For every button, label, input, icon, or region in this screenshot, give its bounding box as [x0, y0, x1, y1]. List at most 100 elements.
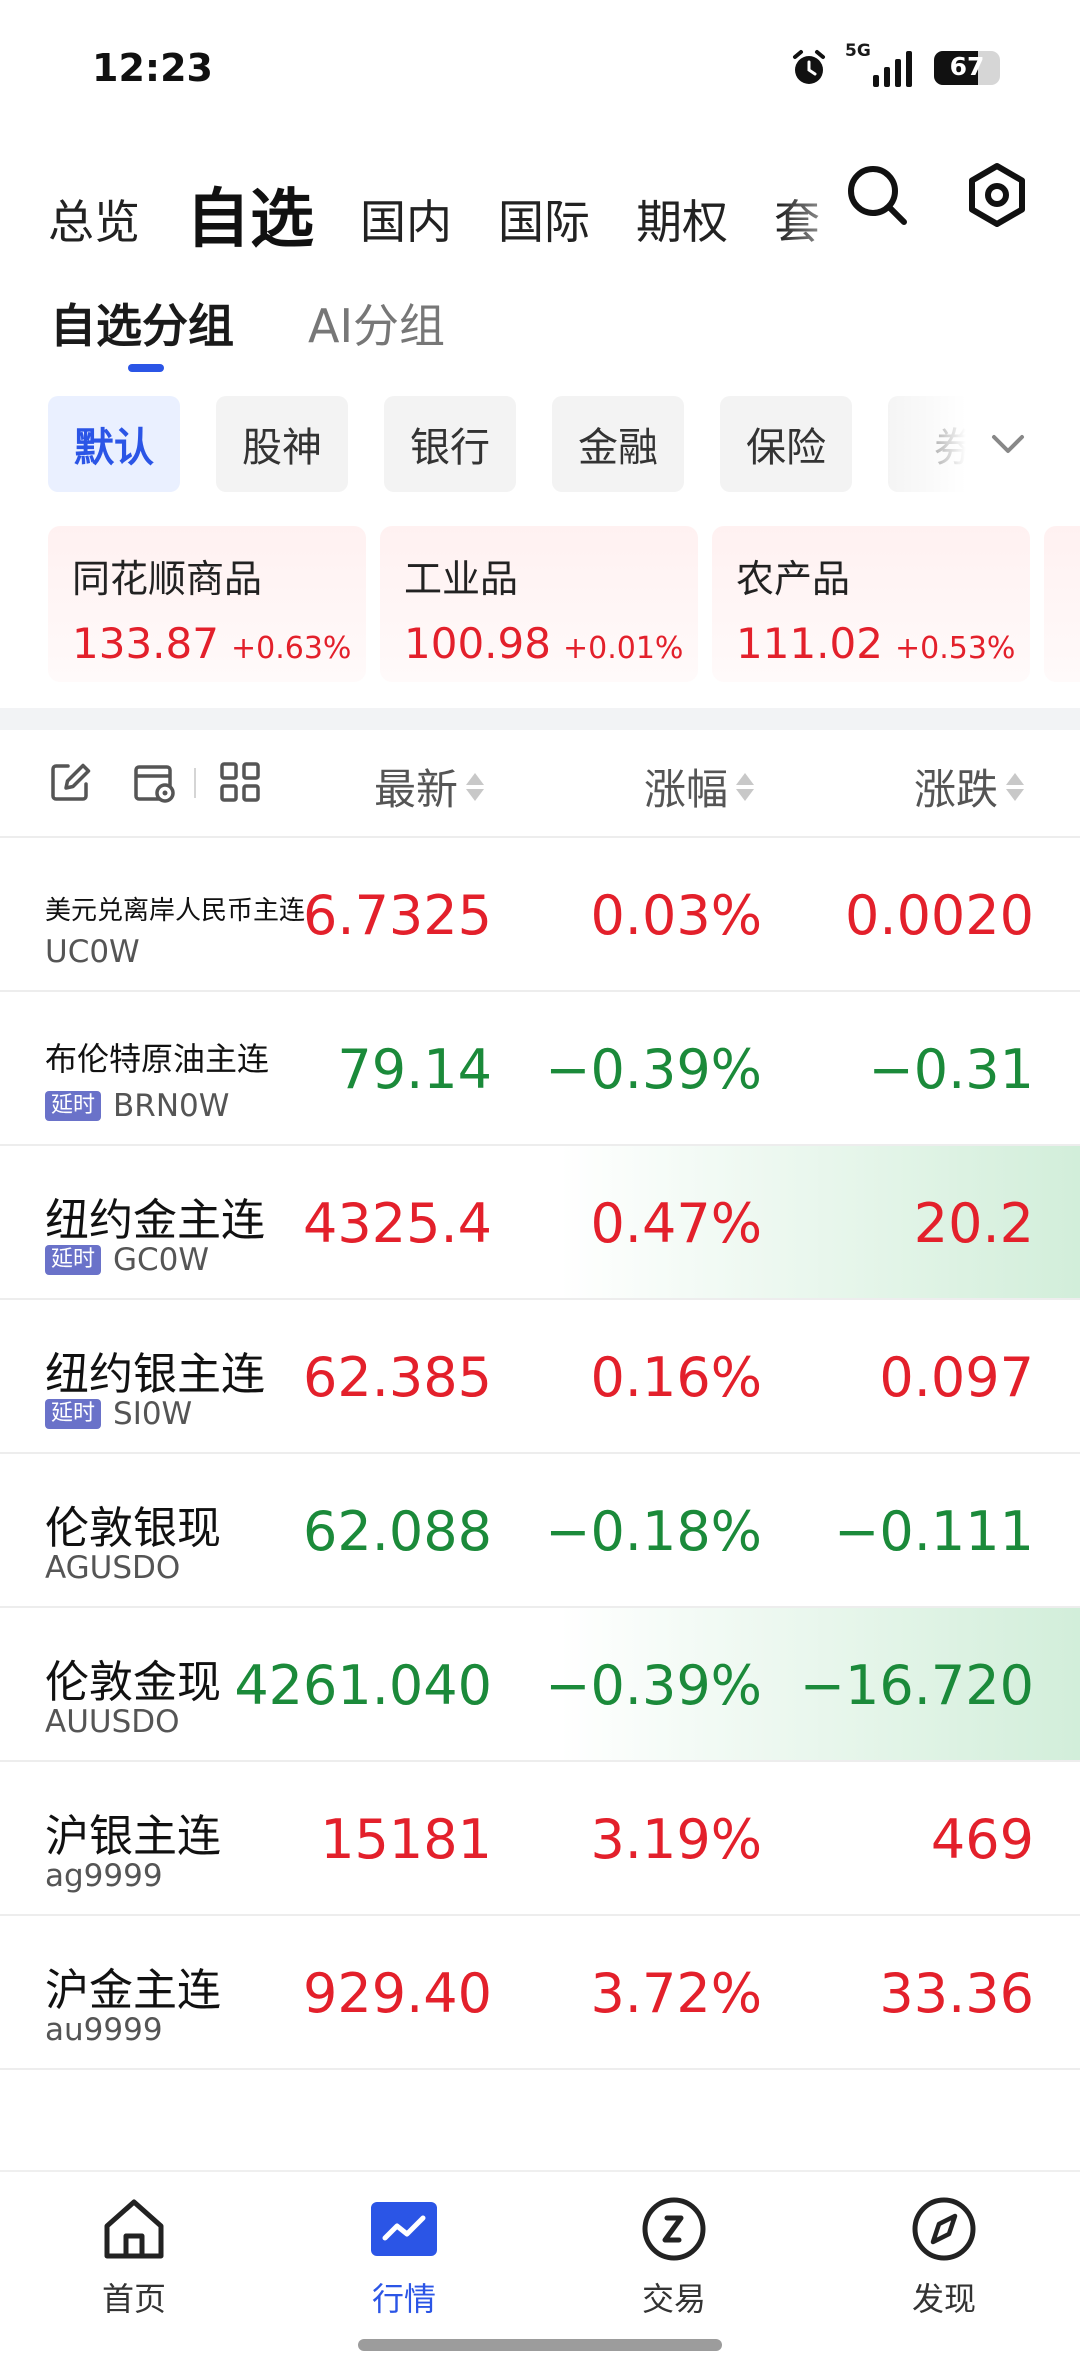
search-icon[interactable]	[842, 160, 912, 230]
instrument-code: SI0W	[113, 1396, 193, 1432]
instrument-code: AGUSDO	[45, 1550, 181, 1586]
edit-icon[interactable]	[46, 758, 94, 806]
sort-change[interactable]: 涨跌	[914, 756, 1025, 817]
tab-label: 首页	[101, 2280, 166, 2318]
instrument-name: 沪金主连	[45, 1965, 221, 2016]
change-percent: −0.39%	[545, 1038, 762, 1101]
change-percent: 0.47%	[590, 1192, 762, 1255]
instrument-name: 布伦特原油主连	[45, 1040, 270, 1078]
change-amount: −0.31	[868, 1038, 1034, 1101]
grid-view-icon[interactable]	[216, 758, 264, 806]
change-percent: 3.72%	[590, 1962, 762, 2025]
table-row[interactable]: 伦敦银现 AGUSDO 62.088 −0.18% −0.111	[0, 1454, 1080, 1608]
nav-tab-0[interactable]: 总览	[48, 186, 140, 260]
signal-icon: 5G	[845, 41, 912, 87]
nav-tab-1[interactable]: 自选	[186, 168, 314, 260]
group-chip-4[interactable]: 保险	[720, 396, 852, 492]
status-bar: 12:23 5G 67	[0, 0, 1080, 140]
change-amount: 0.0020	[845, 884, 1034, 947]
instrument-sub: AUUSDO	[45, 1704, 180, 1740]
instrument-name: 沪银主连	[45, 1811, 221, 1862]
table-row[interactable]: 纽约金主连 延时 GC0W 4325.4 0.47% 20.2	[0, 1146, 1080, 1300]
index-card-partial[interactable]	[1044, 526, 1080, 682]
watchlist-settings-icon[interactable]	[130, 758, 178, 806]
instrument-code: ag9999	[45, 1858, 163, 1894]
group-chips: 默认股神银行金融保险券	[48, 396, 1038, 492]
toolbar-separator	[194, 768, 196, 798]
instrument-name: 纽约金主连	[45, 1195, 265, 1246]
tab-discover[interactable]: 发现	[874, 2194, 1014, 2320]
trade-icon	[642, 2197, 706, 2261]
nav-tab-3[interactable]: 国际	[498, 186, 590, 260]
table-row[interactable]: 布伦特原油主连延时 BRN0W 79.14 −0.39% −0.31	[0, 992, 1080, 1146]
group-chip-2[interactable]: 银行	[384, 396, 516, 492]
group-chip-1[interactable]: 股神	[216, 396, 348, 492]
tab-home[interactable]: 首页	[64, 2194, 204, 2320]
latest-price: 6.7325	[303, 884, 492, 947]
index-name: 农产品	[736, 557, 851, 601]
top-nav: 总览自选国内国际期权套	[48, 150, 868, 260]
sort-latest[interactable]: 最新	[374, 756, 485, 817]
latest-price: 62.385	[303, 1346, 492, 1409]
change-percent: 0.16%	[590, 1346, 762, 1409]
instrument-sub: 延时 SI0W	[45, 1396, 192, 1432]
change-amount: 33.36	[879, 1962, 1034, 2025]
latest-price: 79.14	[337, 1038, 492, 1101]
tab-trade[interactable]: 交易	[604, 2194, 744, 2320]
index-card[interactable]: 同花顺商品 133.87 +0.63%	[48, 526, 366, 682]
instrument-code: AUUSDO	[45, 1704, 180, 1740]
index-quote: 100.98 +0.01%	[404, 619, 683, 668]
latest-price: 4325.4	[303, 1192, 492, 1255]
group-chip-3[interactable]: 金融	[552, 396, 684, 492]
instrument-code: UC0W	[45, 934, 140, 970]
instrument-name: 伦敦金现	[45, 1657, 221, 1708]
group-chip-0[interactable]: 默认	[48, 396, 180, 492]
instrument-sub: AGUSDO	[45, 1550, 180, 1586]
index-price: 100.98	[404, 619, 551, 668]
table-row[interactable]: 伦敦金现 AUUSDO 4261.040 −0.39% −16.720	[0, 1608, 1080, 1762]
instrument-name: 美元兑离岸人民币主连	[45, 896, 306, 926]
index-quote: 133.87 +0.63%	[72, 619, 351, 668]
alarm-icon	[793, 50, 825, 84]
tab-label: 发现	[911, 2280, 976, 2318]
instrument-name: 伦敦银现	[45, 1503, 221, 1554]
nav-tab-4[interactable]: 期权	[636, 186, 728, 260]
change-percent: 0.03%	[590, 884, 762, 947]
tab-label: 交易	[641, 2280, 706, 2318]
table-row[interactable]: 沪银主连 ag9999 15181 3.19% 469	[0, 1762, 1080, 1916]
section-divider	[0, 708, 1080, 730]
instrument-code: GC0W	[113, 1242, 210, 1278]
index-card[interactable]: 工业品 100.98 +0.01%	[380, 526, 698, 682]
group-tabs: 自选分组 AI分组	[50, 290, 445, 372]
change-percent: 3.19%	[590, 1808, 762, 1871]
index-card[interactable]: 农产品 111.02 +0.53%	[712, 526, 1030, 682]
table-row[interactable]: 纽约银主连 延时 SI0W 62.385 0.16% 0.097	[0, 1300, 1080, 1454]
group-tab-1[interactable]: AI分组	[308, 290, 445, 356]
index-price: 111.02	[736, 619, 883, 668]
settings-icon[interactable]	[962, 160, 1032, 230]
chevron-down-icon[interactable]	[984, 420, 1032, 468]
change-amount: 469	[930, 1808, 1034, 1871]
instrument-sub: au9999	[45, 2012, 163, 2048]
instrument-sub: ag9999	[45, 1858, 163, 1894]
index-cards: 同花顺商品 133.87 +0.63% 工业品 100.98 +0.01% 农产品 111.0…	[48, 526, 1080, 682]
latest-price: 62.088	[303, 1500, 492, 1563]
status-icons: 5G 67	[789, 41, 1000, 88]
instrument-code: BRN0W	[113, 1088, 230, 1124]
tab-market[interactable]: 行情	[334, 2194, 474, 2320]
delay-badge: 延时	[45, 1091, 102, 1121]
change-percent: −0.39%	[545, 1654, 762, 1717]
group-tab-0[interactable]: 自选分组	[50, 290, 234, 372]
instrument-name: 纽约银主连	[45, 1349, 265, 1400]
instrument-sub: 延时 GC0W	[45, 1242, 209, 1278]
nav-tab-2[interactable]: 国内	[360, 186, 452, 260]
delay-badge: 延时	[45, 1399, 102, 1429]
sort-change-pct[interactable]: 涨幅	[644, 756, 755, 817]
battery-icon: 67	[934, 51, 1000, 85]
table-row[interactable]: 沪金主连 au9999 929.40 3.72% 33.36	[0, 1916, 1080, 2070]
market-chart-icon	[371, 2202, 437, 2256]
instrument-sub: UC0W	[45, 934, 140, 970]
index-change: +0.01%	[562, 631, 684, 666]
header-change: 涨跌	[914, 765, 999, 814]
table-row[interactable]: 美元兑离岸人民币主连 UC0W 6.7325 0.03% 0.0020	[0, 838, 1080, 992]
